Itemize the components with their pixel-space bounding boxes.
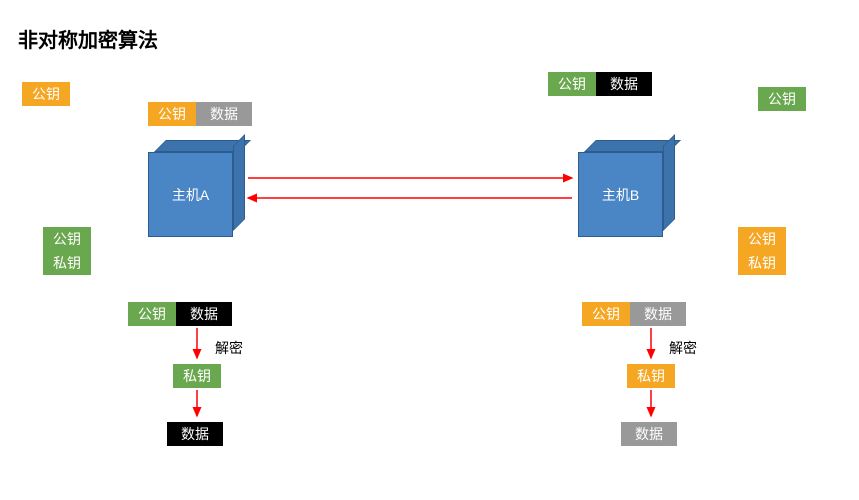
host-a-cube: 主机A — [148, 140, 243, 235]
flow-b-privkey: 私钥 — [627, 364, 675, 388]
flow-a-pubkey: 公钥 — [128, 302, 176, 326]
diagram-title: 非对称加密算法 — [18, 24, 158, 53]
flow-a-data-in: 数据 — [176, 302, 232, 326]
flow-a-privkey: 私钥 — [173, 364, 221, 388]
flow-b-pubkey: 公钥 — [582, 302, 630, 326]
flow-a-decrypt-label: 解密 — [215, 338, 243, 358]
tag-pubkey-topleft: 公钥 — [22, 82, 70, 106]
tag-pubkey-right: 公钥 — [738, 227, 786, 251]
tag-privkey-left: 私钥 — [43, 251, 91, 275]
tag-data-topright: 数据 — [596, 72, 652, 96]
tag-pubkey-farright: 公钥 — [758, 87, 806, 111]
host-b-label: 主机B — [578, 152, 663, 237]
tag-privkey-right: 私钥 — [738, 251, 786, 275]
tag-data-above-a: 数据 — [196, 102, 252, 126]
flow-b-data-out: 数据 — [621, 422, 677, 446]
host-a-label: 主机A — [148, 152, 233, 237]
flow-b-data-in: 数据 — [630, 302, 686, 326]
flow-a-data-out: 数据 — [167, 422, 223, 446]
tag-pubkey-topright: 公钥 — [548, 72, 596, 96]
tag-pubkey-left: 公钥 — [43, 227, 91, 251]
host-b-cube: 主机B — [578, 140, 673, 235]
tag-pubkey-above-a: 公钥 — [148, 102, 196, 126]
flow-b-decrypt-label: 解密 — [669, 338, 697, 358]
arrows-layer — [0, 0, 859, 500]
